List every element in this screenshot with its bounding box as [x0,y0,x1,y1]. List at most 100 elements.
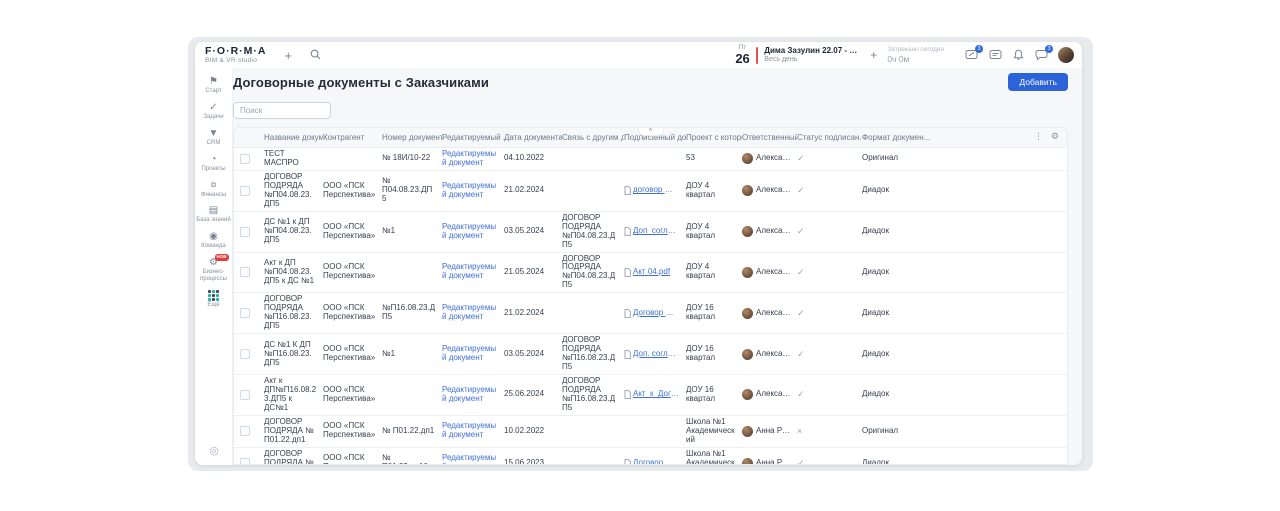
collapse-panel-chevron-icon[interactable]: ∧ [638,127,664,136]
editable-doc-link[interactable]: Редактируемый документ [442,385,496,403]
sidebar-item-tasks-check[interactable]: ✓Задачи [196,102,232,121]
time-tracker[interactable]: Затрекано сегодня 0ч 0м [887,46,944,64]
editable-doc-link[interactable]: Редактируемый документ [442,222,496,240]
responsible-cell[interactable]: Анна Ремпель [742,426,797,437]
responsible-cell[interactable]: Александра ... [742,308,797,319]
editable-doc-link[interactable]: Редактируемый документ [442,149,496,167]
grid-settings-gear-icon[interactable]: ⚙ [1051,132,1059,141]
project-cell: ДОУ 4 квартал [686,223,742,241]
row-checkbox[interactable] [240,227,250,237]
column-header[interactable]: Редактируемый ... [442,133,504,142]
editable-doc-link[interactable]: Редактируемый документ [442,421,496,439]
responsible-cell[interactable]: Александра ... [742,389,797,400]
column-header[interactable]: Формат докумен... [862,133,940,142]
responsible-cell[interactable]: Анна Ремпель [742,458,797,465]
sidebar-item-label: База знаний [196,217,232,224]
comments-icon[interactable] [989,49,1002,61]
row-checkbox[interactable] [240,458,250,465]
column-header[interactable]: Проект с которы... [686,133,742,142]
search-input[interactable] [233,102,331,119]
signed-doc-link[interactable]: Доп. соглашение [633,350,680,359]
editable-doc-link[interactable]: Редактируемый документ [442,262,496,280]
calendar-date[interactable]: Пт 26 [735,45,749,65]
table-row[interactable]: ДОГОВОР ПОДРЯДА №П16.08.23.ДП5ООО «ПСК П… [234,293,1067,334]
sidebar-item-start-flag[interactable]: ⚑Старт [196,76,232,95]
row-checkbox[interactable] [240,154,250,164]
support-icon[interactable]: ◎ [195,444,233,457]
column-header[interactable]: Дата документа∨ [504,133,562,142]
responsible-avatar [742,389,753,400]
table-row[interactable]: Акт к ДП№П16.08.23.ДП5 к ДС№1ООО «ПСК Пе… [234,375,1067,416]
doc-format-cell: Диадок [862,186,940,195]
document-file-icon [624,390,631,399]
signed-doc-link[interactable]: Договор №П16.08... [633,309,680,318]
table-row[interactable]: ДС №1 К ДП №П16.08.23.ДП5ООО «ПСК Перспе… [234,334,1067,375]
column-header[interactable]: Статус подписан... [797,133,862,142]
editable-doc-link[interactable]: Редактируемый документ [442,344,496,362]
signed-doc-cell: Доп. соглашение [624,350,686,359]
search-icon[interactable] [310,49,321,62]
doc-number-cell: № П01.22.дп10 [382,454,442,465]
row-checkbox[interactable] [240,308,250,318]
column-header[interactable]: Номер документ... [382,133,442,142]
more-options-icon[interactable]: ⋮ [1034,132,1043,141]
responsible-cell[interactable]: Александра ... [742,267,797,278]
table-row[interactable]: ДОГОВОР ПОДРЯДА №П04.08.23.ДП5ООО «ПСК П… [234,171,1067,212]
doc-number-cell: № 18И/10-22 [382,154,442,163]
row-checkbox[interactable] [240,186,250,196]
chats-icon[interactable]: 3 [1035,49,1048,61]
sidebar-item-finance[interactable]: ¤Финансы [196,180,232,199]
row-checkbox[interactable] [240,390,250,400]
sidebar-nav: ⚑Старт ✓Задачи ▼CRM ◔Проекты ¤Финансы ▤База з… [195,68,233,465]
messenger-icon[interactable]: 3 [965,49,978,61]
editable-doc-link[interactable]: Редактируемый документ [442,303,496,321]
editable-doc-link[interactable]: Редактируемый документ [442,181,496,199]
column-header[interactable]: Контрагент [323,133,382,142]
responsible-cell[interactable]: Александра ... [742,153,797,164]
signed-doc-link[interactable]: Акт 04.pdf [633,268,670,277]
responsible-name: Александра ... [756,154,791,163]
responsible-avatar [742,226,753,237]
signed-doc-cell: Доп_соглашение... [624,227,686,236]
responsible-name: Александра ... [756,309,791,318]
related-doc-cell: ДОГОВОР ПОДРЯДА №П04.08.23.ДП5 [562,255,624,291]
table-row[interactable]: ДС №1 к ДП №П04.08.23.ДП5ООО «ПСК Перспе… [234,212,1067,253]
column-header[interactable]: Название докум... [264,133,323,142]
user-avatar[interactable] [1058,47,1074,63]
project-cell: ДОУ 4 квартал [686,182,742,200]
sidebar-item-crm-funnel[interactable]: ▼CRM [196,128,232,147]
table-row[interactable]: ДОГОВОР ПОДРЯДА № П01.22.дп1ООО «ПСК Пер… [234,416,1067,448]
row-checkbox[interactable] [240,267,250,277]
sidebar-item-projects[interactable]: ◔Проекты [196,154,232,173]
project-cell: 53 [686,154,742,163]
editable-doc-link[interactable]: Редактируемый документ [442,453,496,465]
column-header[interactable]: Ответственный з... [742,133,797,142]
quick-add-icon[interactable]: + [284,49,292,62]
main-content: Договорные документы с Заказчиками Добав… [233,68,1082,465]
sidebar-item-team[interactable]: ◉Команда [196,231,232,250]
projects-icon: ◔ [210,154,216,165]
sidebar-item-processes-gear[interactable]: ⚙НОВБизнес-процессы [196,257,232,283]
row-checkbox[interactable] [240,426,250,436]
notifications-bell-icon[interactable] [1013,49,1024,61]
signed-doc-link[interactable]: Доп_соглашение... [633,227,680,236]
row-checkbox[interactable] [240,349,250,359]
doc-number-cell: №1 [382,350,442,359]
signed-doc-link[interactable]: договор №П04.0... [633,186,680,195]
responsible-cell[interactable]: Александра ... [742,185,797,196]
add-event-icon[interactable]: + [870,49,877,61]
signed-doc-link[interactable]: Акт_к_Договору_... [633,390,680,399]
signed-doc-link[interactable]: Договор_ПСК Пе... [633,459,680,465]
table-row[interactable]: Акт к ДП №П04.08.23.ДП5 к ДС №1ООО «ПСК … [234,253,1067,294]
responsible-cell[interactable]: Александра ... [742,349,797,360]
add-document-button[interactable]: Добавить [1008,73,1068,91]
table-row[interactable]: ТЕСТ МАСПРО№ 18И/10-22Редактируемый доку… [234,148,1067,171]
sidebar-item-apps-grid[interactable]: Ещё [196,290,232,309]
current-event[interactable]: Дима Зазулин 22.07 - 04.08 ... Весь день [764,46,860,64]
column-header[interactable]: Связь с другим д... [562,133,624,142]
sidebar-item-knowledge-base[interactable]: ▤База знаний [196,205,232,224]
table-row[interactable]: ДОГОВОР ПОДРЯДА № П01.22.дп10ООО «ПСК Пе… [234,448,1067,465]
doc-name-cell: ДОГОВОР ПОДРЯДА №П04.08.23.ДП5 [264,173,323,209]
responsible-cell[interactable]: Александра ... [742,226,797,237]
brand-logo[interactable]: F·O·R·M·A BIM & VR studio [205,46,266,64]
